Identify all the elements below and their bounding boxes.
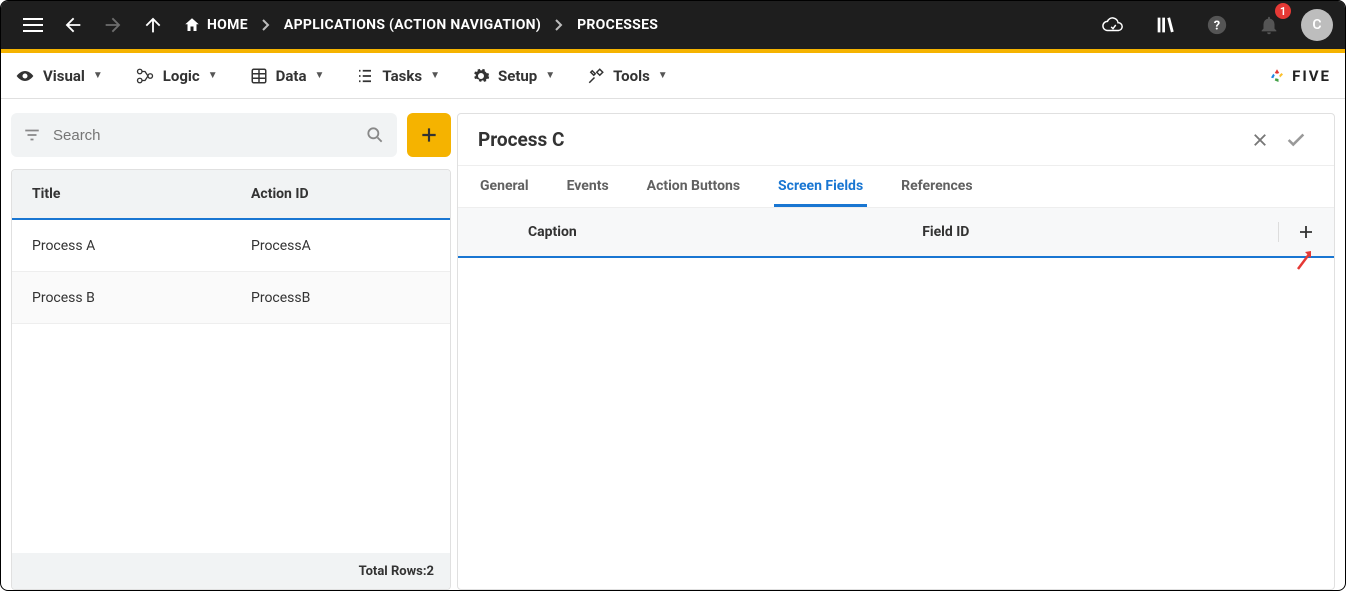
plus-icon xyxy=(1297,223,1315,241)
avatar-letter: C xyxy=(1312,17,1321,33)
chevron-right-icon xyxy=(252,19,280,31)
total-rows-label: Total Rows: xyxy=(359,564,427,579)
menu-setup-label: Setup xyxy=(498,67,537,85)
menu-logic[interactable]: Logic ▼ xyxy=(135,67,218,85)
breadcrumb-home-label: HOME xyxy=(207,17,248,33)
gear-icon xyxy=(472,67,490,85)
list-header: Title Action ID xyxy=(12,170,450,220)
tasks-icon xyxy=(356,67,374,85)
menu-tasks[interactable]: Tasks ▼ xyxy=(356,67,440,85)
library-icon[interactable] xyxy=(1147,7,1183,43)
detail-panel: Process C General Events Action Buttons … xyxy=(457,113,1335,590)
app-bar: HOME APPLICATIONS (ACTION NAVIGATION) PR… xyxy=(1,1,1345,53)
cloud-icon[interactable] xyxy=(1095,7,1131,43)
hamburger-icon[interactable] xyxy=(15,7,51,43)
tab-screen-fields[interactable]: Screen Fields xyxy=(774,168,867,207)
tab-references[interactable]: References xyxy=(897,168,976,207)
row-title: Process A xyxy=(12,238,231,254)
menu-data-label: Data xyxy=(276,67,307,85)
menu-visual-label: Visual xyxy=(43,67,85,85)
close-button[interactable] xyxy=(1242,122,1278,158)
process-list: Title Action ID Process A ProcessA Proce… xyxy=(11,169,451,590)
detail-tabs: General Events Action Buttons Screen Fie… xyxy=(458,166,1334,208)
save-button[interactable] xyxy=(1278,122,1314,158)
plus-icon xyxy=(419,125,439,145)
breadcrumb-applications[interactable]: APPLICATIONS (ACTION NAVIGATION) xyxy=(280,17,545,33)
add-button[interactable] xyxy=(407,113,451,157)
search-icon[interactable] xyxy=(365,125,385,145)
avatar[interactable]: C xyxy=(1301,9,1333,41)
total-rows-count: 2 xyxy=(427,564,434,579)
eye-icon xyxy=(15,69,35,83)
row-action-id: ProcessB xyxy=(231,290,450,306)
screen-fields-header: Caption Field ID xyxy=(458,208,1334,258)
list-col-action[interactable]: Action ID xyxy=(231,186,450,202)
menu-visual[interactable]: Visual ▼ xyxy=(15,67,103,85)
menu-data[interactable]: Data ▼ xyxy=(250,67,325,85)
menu-tasks-label: Tasks xyxy=(382,67,422,85)
detail-title: Process C xyxy=(478,128,564,151)
list-footer: Total Rows: 2 xyxy=(12,553,450,589)
breadcrumb-home[interactable]: HOME xyxy=(179,16,252,34)
list-row[interactable]: Process A ProcessA xyxy=(12,220,450,272)
chevron-down-icon: ▼ xyxy=(658,70,668,81)
breadcrumb-applications-label: APPLICATIONS (ACTION NAVIGATION) xyxy=(284,17,541,33)
bell-icon xyxy=(1258,14,1280,36)
screen-fields-body xyxy=(458,258,1334,589)
back-button[interactable] xyxy=(55,7,91,43)
row-action-id: ProcessA xyxy=(231,238,450,254)
menu-tools[interactable]: Tools ▼ xyxy=(587,67,668,85)
tab-general[interactable]: General xyxy=(476,168,533,207)
notifications-button[interactable]: 1 xyxy=(1251,7,1287,43)
list-col-title[interactable]: Title xyxy=(12,186,231,202)
chevron-down-icon: ▼ xyxy=(208,70,218,81)
row-title: Process B xyxy=(12,290,231,306)
menu-logic-label: Logic xyxy=(163,67,200,85)
close-icon xyxy=(1251,131,1269,149)
brand-logo: FIVE xyxy=(1268,67,1331,85)
main-toolbar: Visual ▼ Logic ▼ Data ▼ Tasks ▼ Setup ▼ … xyxy=(1,53,1345,99)
col-caption[interactable]: Caption xyxy=(508,224,902,240)
check-icon xyxy=(1285,129,1307,151)
breadcrumb-processes[interactable]: PROCESSES xyxy=(573,17,662,33)
chevron-down-icon: ▼ xyxy=(545,70,555,81)
table-icon xyxy=(250,67,268,85)
tab-action-buttons[interactable]: Action Buttons xyxy=(643,168,744,207)
list-row[interactable]: Process B ProcessB xyxy=(12,272,450,324)
five-logo-icon xyxy=(1268,67,1286,85)
home-icon xyxy=(183,16,201,34)
chevron-down-icon: ▼ xyxy=(315,70,325,81)
search-input[interactable] xyxy=(51,126,355,145)
col-field-id[interactable]: Field ID xyxy=(902,224,1252,240)
svg-text:?: ? xyxy=(1214,19,1220,34)
chevron-right-icon xyxy=(545,19,573,31)
up-button[interactable] xyxy=(135,7,171,43)
filter-icon xyxy=(23,128,41,142)
forward-button xyxy=(95,7,131,43)
add-screen-field-button[interactable] xyxy=(1292,218,1320,246)
tab-events[interactable]: Events xyxy=(563,168,613,207)
chevron-down-icon: ▼ xyxy=(430,70,440,81)
notifications-badge: 1 xyxy=(1275,3,1291,19)
breadcrumb-processes-label: PROCESSES xyxy=(577,17,658,33)
tools-icon xyxy=(587,67,605,85)
search-box[interactable] xyxy=(11,113,397,157)
brand-text: FIVE xyxy=(1292,67,1331,85)
chevron-down-icon: ▼ xyxy=(93,70,103,81)
breadcrumb: HOME APPLICATIONS (ACTION NAVIGATION) PR… xyxy=(179,16,662,34)
menu-tools-label: Tools xyxy=(613,67,650,85)
menu-setup[interactable]: Setup ▼ xyxy=(472,67,555,85)
logic-icon xyxy=(135,67,155,85)
help-icon[interactable]: ? xyxy=(1199,7,1235,43)
